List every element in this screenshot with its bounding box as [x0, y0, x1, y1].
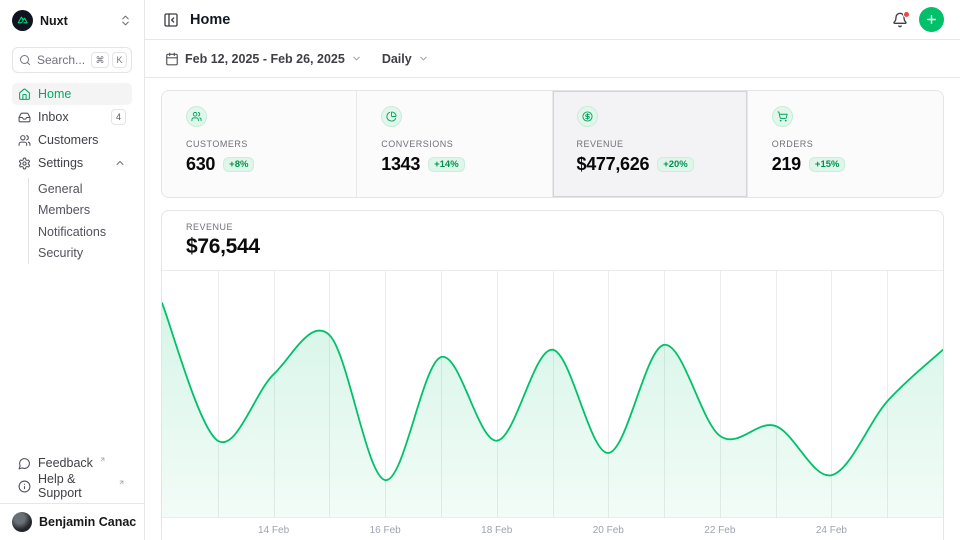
- sidebar-item-feedback[interactable]: Feedback: [12, 452, 132, 474]
- sidebar-item-general[interactable]: General: [29, 178, 132, 200]
- sidebar-spacer: [0, 266, 144, 452]
- sidebar-item-home[interactable]: Home: [12, 83, 132, 105]
- sidebar-item-members[interactable]: Members: [29, 200, 132, 222]
- sidebar-item-inbox[interactable]: Inbox 4: [12, 106, 132, 128]
- stat-value: 630: [186, 154, 215, 175]
- search-placeholder: Search...: [37, 53, 85, 67]
- search-input[interactable]: Search... ⌘ K: [12, 47, 132, 73]
- house-icon: [18, 88, 31, 101]
- app-window: Nuxt Search... ⌘ K Home: [0, 0, 960, 540]
- date-range-picker[interactable]: Feb 12, 2025 - Feb 26, 2025: [161, 48, 366, 70]
- x-axis-label: 24 Feb: [816, 525, 847, 536]
- x-axis-label: 22 Feb: [704, 525, 735, 536]
- stat-value: $477,626: [577, 154, 650, 175]
- chevrons-up-down-icon: [119, 14, 132, 27]
- stat-label: CUSTOMERS: [186, 139, 344, 149]
- calendar-icon: [165, 52, 179, 66]
- chevron-down-icon: [418, 53, 429, 64]
- sidebar-item-label: Feedback: [38, 456, 93, 470]
- cart-icon: [772, 106, 793, 127]
- stat-card-customers[interactable]: CUSTOMERS 630 +8%: [162, 91, 357, 197]
- stat-label: REVENUE: [577, 139, 735, 149]
- settings-subnav: General Members Notifications Security: [28, 178, 132, 264]
- stat-delta-badge: +20%: [657, 157, 694, 172]
- sidebar-item-security[interactable]: Security: [29, 243, 132, 265]
- add-button[interactable]: [919, 7, 944, 32]
- date-range-value: Feb 12, 2025 - Feb 26, 2025: [185, 52, 345, 66]
- sidebar: Nuxt Search... ⌘ K Home: [0, 0, 145, 540]
- sidebar-item-help-support[interactable]: Help & Support: [12, 475, 132, 497]
- external-link-icon: [99, 456, 106, 463]
- stat-card-orders[interactable]: ORDERS 219 +15%: [748, 91, 943, 197]
- revenue-chart-card: REVENUE $76,544: [161, 210, 944, 540]
- sidebar-item-settings[interactable]: Settings: [12, 152, 132, 174]
- team-name: Nuxt: [40, 14, 112, 28]
- user-name: Benjamin Canac: [39, 515, 136, 529]
- granularity-select[interactable]: Daily: [378, 48, 433, 70]
- inbox-icon: [18, 111, 31, 124]
- revenue-chart-plot[interactable]: [162, 271, 943, 517]
- user-menu[interactable]: Benjamin Canac: [0, 503, 144, 540]
- nuxt-logo-icon: [12, 10, 33, 31]
- users-icon: [18, 134, 31, 147]
- sidebar-item-label: Customers: [38, 133, 98, 147]
- avatar: [12, 512, 32, 532]
- search-shortcut: ⌘ K: [91, 52, 127, 68]
- sidebar-nav: Home Inbox 4 Customers Settings: [0, 83, 144, 266]
- notifications-button[interactable]: [890, 10, 910, 30]
- stat-card-revenue[interactable]: REVENUE $477,626 +20%: [553, 91, 748, 197]
- filters-toolbar: Feb 12, 2025 - Feb 26, 2025 Daily: [145, 40, 960, 78]
- x-axis: 14 Feb 16 Feb 18 Feb 20 Feb 22 Feb 24 Feb: [162, 517, 943, 540]
- chart-metric-label: REVENUE: [186, 222, 919, 232]
- team-selector[interactable]: Nuxt: [0, 0, 144, 35]
- collapse-sidebar-button[interactable]: [161, 10, 181, 30]
- x-axis-label: 16 Feb: [370, 525, 401, 536]
- sidebar-item-label: Help & Support: [38, 472, 112, 500]
- stat-value: 219: [772, 154, 801, 175]
- gear-icon: [18, 157, 31, 170]
- x-axis-label: 20 Feb: [593, 525, 624, 536]
- external-link-icon: [118, 479, 125, 486]
- stats-row: CUSTOMERS 630 +8% CONVERSIONS 1343 +14%: [161, 90, 944, 198]
- sidebar-footer-nav: Feedback Help & Support: [0, 452, 144, 503]
- search-icon: [19, 54, 31, 66]
- chevron-down-icon: [351, 53, 362, 64]
- stat-delta-badge: +8%: [223, 157, 254, 172]
- message-bubble-icon: [18, 457, 31, 470]
- main-panel: Home Feb 12, 2025 - Feb 26, 2025: [145, 0, 960, 540]
- kbd-k: K: [112, 52, 127, 68]
- notification-dot: [903, 11, 910, 18]
- plus-icon: [925, 13, 938, 26]
- pie-chart-icon: [381, 106, 402, 127]
- sidebar-item-notifications[interactable]: Notifications: [29, 221, 132, 243]
- chevron-up-icon: [114, 157, 126, 169]
- stat-card-conversions[interactable]: CONVERSIONS 1343 +14%: [357, 91, 552, 197]
- users-icon: [186, 106, 207, 127]
- revenue-chart-svg: [162, 271, 943, 517]
- x-axis-label: 18 Feb: [481, 525, 512, 536]
- sidebar-item-label: Inbox: [38, 110, 69, 124]
- inbox-count-badge: 4: [111, 109, 126, 125]
- chart-area: [162, 303, 943, 517]
- top-header: Home: [145, 0, 960, 40]
- sidebar-item-customers[interactable]: Customers: [12, 129, 132, 151]
- stat-value: 1343: [381, 154, 420, 175]
- panel-left-close-icon: [163, 12, 179, 28]
- info-circle-icon: [18, 480, 31, 493]
- dollar-circle-icon: [577, 106, 598, 127]
- sidebar-item-label: Home: [38, 87, 71, 101]
- page-title: Home: [190, 12, 230, 28]
- dashboard-content: CUSTOMERS 630 +8% CONVERSIONS 1343 +14%: [145, 78, 960, 540]
- sidebar-item-label: Settings: [38, 156, 83, 170]
- stat-delta-badge: +15%: [809, 157, 846, 172]
- x-axis-label: 14 Feb: [258, 525, 289, 536]
- stat-label: ORDERS: [772, 139, 931, 149]
- kbd-cmd: ⌘: [91, 52, 109, 68]
- stat-label: CONVERSIONS: [381, 139, 539, 149]
- chart-metric-value: $76,544: [186, 235, 919, 259]
- chart-header: REVENUE $76,544: [162, 211, 943, 271]
- granularity-value: Daily: [382, 52, 412, 66]
- stat-delta-badge: +14%: [428, 157, 465, 172]
